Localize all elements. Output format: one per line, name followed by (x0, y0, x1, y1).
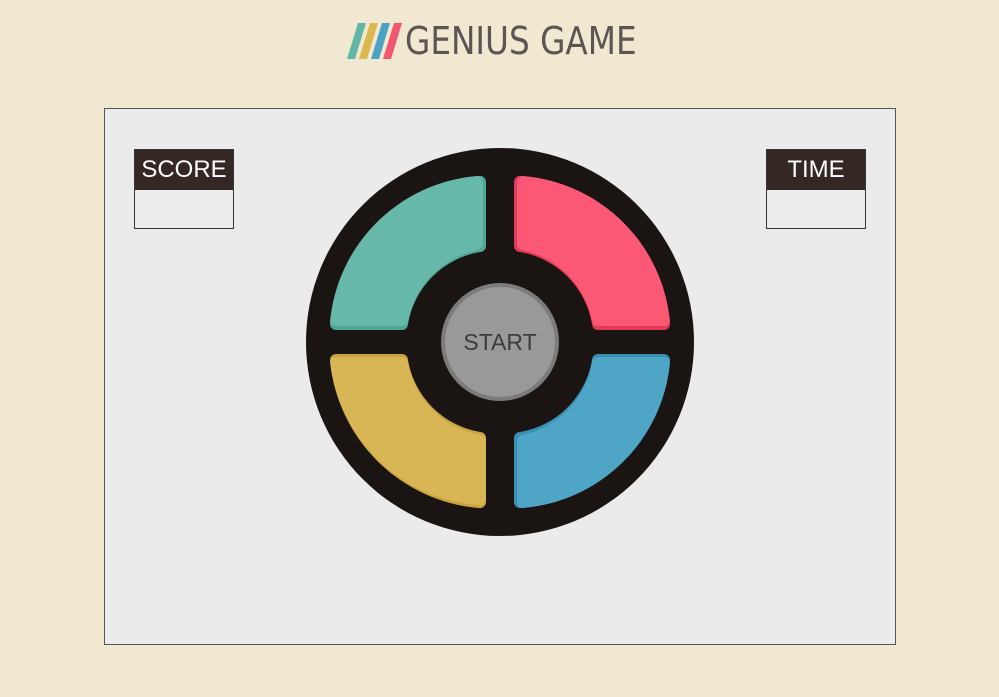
time-label: TIME (767, 150, 865, 190)
time-panel: TIME (766, 149, 866, 229)
game-board: SCORE TIME START (104, 108, 896, 645)
score-value (135, 190, 233, 228)
start-button[interactable]: START (441, 283, 559, 401)
page-title: GENIUS GAME (405, 19, 637, 63)
score-panel: SCORE (134, 149, 234, 229)
game-logo: GENIUS GAME (345, 20, 674, 62)
simon-svg: START (306, 148, 694, 536)
start-label: START (463, 329, 536, 355)
score-label: SCORE (135, 150, 233, 190)
four-color-stripes-icon (347, 23, 402, 59)
time-value (767, 190, 865, 228)
simon-console: START (306, 148, 694, 536)
